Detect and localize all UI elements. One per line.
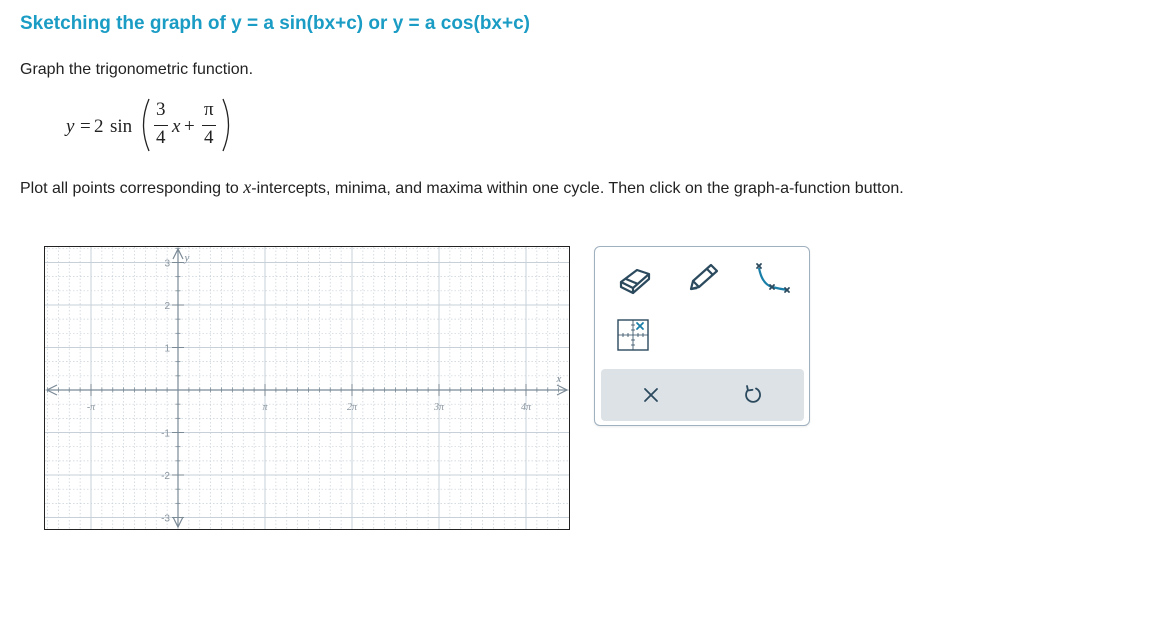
equation-open-paren <box>136 97 152 159</box>
undo-icon <box>745 385 761 403</box>
equation-close-paren <box>220 97 236 159</box>
pencil-icon <box>689 263 719 291</box>
plot-instruction-post: -intercepts, minima, and maxima within o… <box>251 180 904 197</box>
instruction-text: Graph the trigonometric function. <box>20 61 254 78</box>
plot-instruction: Plot all points corresponding to x-inter… <box>20 177 904 198</box>
y-tick-label: 2 <box>164 301 170 312</box>
undo-button[interactable] <box>733 377 773 413</box>
y-tick-label: 3 <box>164 259 170 270</box>
equation-c-numerator: π <box>204 99 214 120</box>
equation-amplitude: 2 <box>94 116 104 137</box>
y-tick-label: -2 <box>161 471 170 482</box>
x-tick-label: π <box>262 402 268 413</box>
equation-lhs: y <box>66 116 75 137</box>
equation-equals: = <box>80 116 91 137</box>
x-tick-label: -π <box>87 402 96 413</box>
clear-button[interactable] <box>631 377 671 413</box>
graph-toolbox <box>594 246 810 426</box>
plot-points-icon <box>617 319 649 351</box>
y-tick-label: 1 <box>164 344 170 355</box>
pencil-tool-button[interactable] <box>681 259 725 299</box>
graph-area[interactable]: -π π 2π 3π 4π 3 2 1 -1 -2 -3 x y <box>44 246 570 530</box>
open-paren-glyph <box>142 98 150 152</box>
plot-instruction-pre: Plot all points corresponding to <box>20 180 244 197</box>
equation-b-fraction-bar <box>154 125 168 126</box>
y-tick-label: -1 <box>161 429 170 440</box>
tick-marks <box>47 247 560 518</box>
graph-a-function-button[interactable] <box>749 257 799 301</box>
y-tick-label: -3 <box>161 514 170 525</box>
tick-labels: -π π 2π 3π 4π 3 2 1 -1 -2 -3 x y <box>87 252 562 525</box>
equation-function: sin <box>110 116 133 137</box>
x-tick-label: 3π <box>433 402 445 413</box>
equation-variable: x <box>172 116 181 137</box>
graph-function-icon <box>756 263 790 293</box>
x-axis-label: x <box>556 373 562 385</box>
close-paren-glyph <box>222 98 230 152</box>
equation-c-fraction-bar <box>202 125 216 126</box>
axes <box>45 247 569 529</box>
x-tick-label: 2π <box>347 402 358 413</box>
clear-icon <box>644 388 658 402</box>
equation-c-denominator: 4 <box>204 127 214 148</box>
equation-b-numerator: 3 <box>156 99 166 120</box>
plot-points-tool-button[interactable] <box>613 315 653 355</box>
equation: y = 2 sin 3 4 x + π 4 <box>64 97 244 155</box>
eraser-tool-button[interactable] <box>613 259 657 299</box>
action-bar <box>601 369 804 421</box>
equation-b-denominator: 4 <box>156 127 166 148</box>
equation-plus: + <box>184 116 195 137</box>
eraser-icon <box>619 268 651 295</box>
x-tick-label: 4π <box>521 402 532 413</box>
coordinate-plane[interactable]: -π π 2π 3π 4π 3 2 1 -1 -2 -3 x y <box>45 247 569 529</box>
y-axis-label: y <box>184 252 190 264</box>
page-title: Sketching the graph of y = a sin(bx+c) o… <box>20 13 530 34</box>
